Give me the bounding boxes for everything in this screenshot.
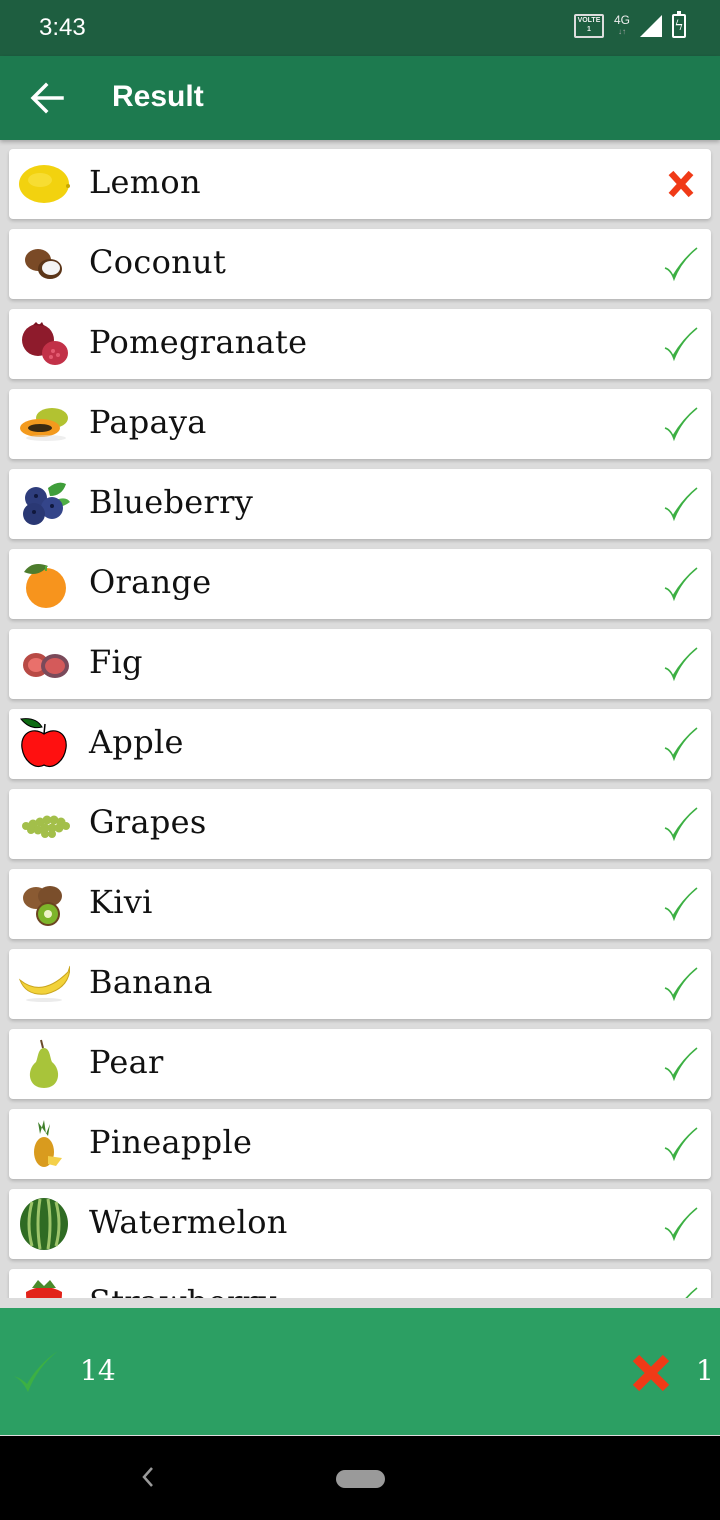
lemon-icon xyxy=(18,158,70,210)
fruit-name: Pomegranate xyxy=(89,323,308,361)
summary-bar: 14 1 xyxy=(0,1308,720,1435)
fruit-name: Blueberry xyxy=(89,483,254,521)
fruit-name: Apple xyxy=(89,723,184,761)
network-4g-icon: 4G ↓↑ xyxy=(613,13,630,36)
status-bar: 3:43 VOLTE 1 4G ↓↑ ϟ xyxy=(0,0,720,56)
correct-check-icon xyxy=(664,327,698,362)
correct-status xyxy=(661,484,701,524)
fruit-name: Grapes xyxy=(89,803,207,841)
result-item[interactable]: Pomegranate xyxy=(9,309,711,379)
fruit-name: Strawberry xyxy=(89,1283,277,1298)
cross-icon xyxy=(632,1354,670,1392)
kiwi-icon xyxy=(18,878,70,930)
fruit-name: Watermelon xyxy=(89,1203,288,1241)
correct-check-icon xyxy=(664,967,698,1002)
fig-icon xyxy=(18,638,70,690)
fruit-name: Papaya xyxy=(89,403,207,441)
correct-check-icon xyxy=(664,487,698,522)
result-item[interactable]: Pineapple xyxy=(9,1109,711,1179)
result-item[interactable]: Pear xyxy=(9,1029,711,1099)
correct-count: 14 xyxy=(80,1354,116,1387)
fruit-name: Coconut xyxy=(89,243,227,281)
fruit-name: Pear xyxy=(89,1043,164,1081)
volte-sim-label: 1 xyxy=(587,26,591,33)
banana-icon xyxy=(18,958,71,1010)
correct-status xyxy=(661,1124,701,1164)
volte-icon: VOLTE 1 xyxy=(573,14,604,38)
status-time: 3:43 xyxy=(39,14,86,41)
status-icons: VOLTE 1 4G ↓↑ ϟ xyxy=(573,11,686,38)
result-item[interactable]: Grapes xyxy=(9,789,711,859)
fruit-name: Orange xyxy=(89,563,212,601)
correct-status xyxy=(661,964,701,1004)
grapes-icon xyxy=(18,798,70,850)
arrow-left-icon xyxy=(30,82,64,114)
watermelon-icon xyxy=(18,1198,70,1250)
network-label: 4G xyxy=(613,13,630,27)
correct-check-icon xyxy=(664,647,698,682)
correct-check-icon xyxy=(664,247,698,282)
system-nav-bar xyxy=(0,1436,720,1520)
result-item[interactable]: Lemon xyxy=(9,149,711,219)
pear-icon xyxy=(18,1038,70,1090)
volte-label: VOLTE xyxy=(577,17,601,24)
page-title: Result xyxy=(112,80,204,113)
nav-home-pill[interactable] xyxy=(336,1470,385,1488)
result-item[interactable]: Watermelon xyxy=(9,1189,711,1259)
battery-charging-icon: ϟ xyxy=(672,11,686,38)
correct-check-icon xyxy=(664,1047,698,1082)
correct-status xyxy=(661,804,701,844)
correct-check-icon xyxy=(664,727,698,762)
wrong-count: 1 xyxy=(696,1354,714,1387)
correct-check-icon xyxy=(664,807,698,842)
check-icon xyxy=(13,1351,58,1392)
app-bar: Result xyxy=(0,56,720,140)
pineapple-icon xyxy=(18,1118,70,1170)
result-item[interactable]: Strawberry xyxy=(9,1269,711,1298)
correct-check-icon xyxy=(664,567,698,602)
fruit-name: Fig xyxy=(89,643,143,681)
result-list[interactable]: Lemon Coconut Pomegranate Papaya Blueberry Or… xyxy=(0,140,720,1298)
correct-status xyxy=(661,324,701,364)
strawberry-icon xyxy=(18,1278,70,1298)
correct-check-icon xyxy=(664,1207,698,1242)
result-item[interactable]: Papaya xyxy=(9,389,711,459)
correct-status xyxy=(661,1044,701,1084)
nav-back-icon[interactable] xyxy=(138,1462,158,1492)
result-item[interactable]: Banana xyxy=(9,949,711,1019)
result-item[interactable]: Kivi xyxy=(9,869,711,939)
back-button[interactable] xyxy=(26,76,70,120)
result-item[interactable]: Coconut xyxy=(9,229,711,299)
wrong-status xyxy=(661,164,701,204)
correct-status xyxy=(661,404,701,444)
apple-icon xyxy=(18,718,70,770)
fruit-name: Banana xyxy=(89,963,213,1001)
pomegranate-icon xyxy=(18,318,70,370)
wrong-cross-icon xyxy=(668,170,694,198)
correct-check-icon xyxy=(664,1127,698,1162)
papaya-icon xyxy=(18,398,70,450)
correct-check-icon xyxy=(664,407,698,442)
fruit-name: Kivi xyxy=(89,883,153,921)
correct-check-icon xyxy=(685,1287,698,1298)
correct-status xyxy=(661,244,701,284)
correct-status xyxy=(661,884,701,924)
result-item[interactable]: Fig xyxy=(9,629,711,699)
result-item[interactable]: Apple xyxy=(9,709,711,779)
correct-status xyxy=(661,644,701,684)
blueberry-icon xyxy=(18,478,70,530)
orange-icon xyxy=(18,558,70,610)
coconut-icon xyxy=(18,238,70,290)
correct-status xyxy=(661,564,701,604)
result-item[interactable]: Blueberry xyxy=(9,469,711,539)
correct-status xyxy=(661,1204,701,1244)
result-item[interactable]: Orange xyxy=(9,549,711,619)
correct-status xyxy=(661,1284,701,1298)
correct-status xyxy=(661,724,701,764)
correct-check-icon xyxy=(664,887,698,922)
fruit-name: Pineapple xyxy=(89,1123,253,1161)
signal-icon xyxy=(640,15,662,37)
fruit-name: Lemon xyxy=(89,163,201,201)
